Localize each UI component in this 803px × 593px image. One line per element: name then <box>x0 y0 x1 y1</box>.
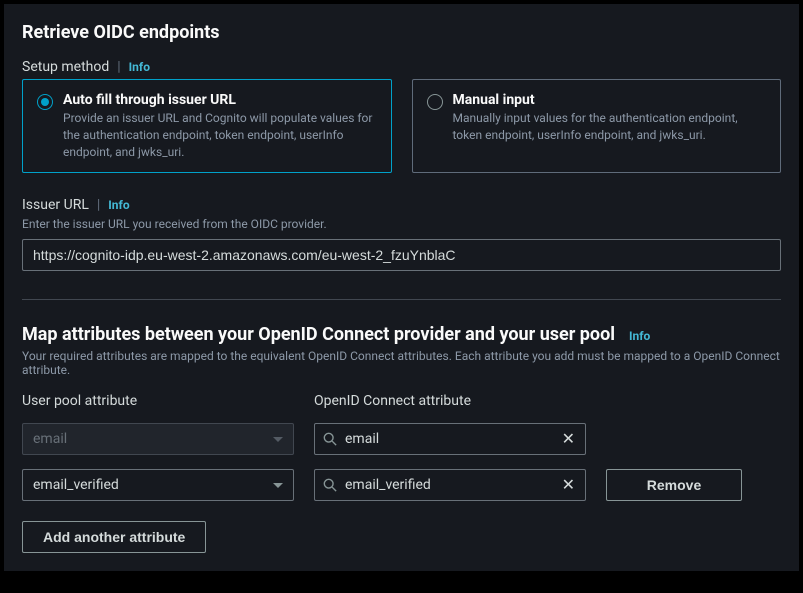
pool-attr-header: User pool attribute <box>22 393 294 409</box>
issuer-url-input[interactable] <box>22 239 781 271</box>
pool-attr-select-email: email <box>22 423 294 455</box>
setup-method-label-row: Setup method | Info <box>22 59 781 75</box>
section-title-retrieve: Retrieve OIDC endpoints <box>22 22 781 43</box>
setup-method-info-link[interactable]: Info <box>129 60 150 74</box>
issuer-info-link[interactable]: Info <box>108 198 129 212</box>
search-icon <box>323 432 337 446</box>
attribute-row: email email ✕ <box>22 423 781 455</box>
remove-button[interactable]: Remove <box>606 469 742 501</box>
chevron-down-icon <box>273 483 283 488</box>
map-attributes-title: Map attributes between your OpenID Conne… <box>22 324 615 345</box>
radio-manual-title: Manual input <box>453 92 767 108</box>
map-info-link[interactable]: Info <box>629 329 650 343</box>
chevron-down-icon <box>273 437 283 442</box>
radio-manual-input[interactable]: Manual input Manually input values for t… <box>412 79 782 173</box>
clear-icon[interactable]: ✕ <box>560 477 577 493</box>
radio-manual-desc: Manually input values for the authentica… <box>453 110 767 144</box>
separator: | <box>97 197 100 213</box>
oidc-attr-header: OpenID Connect attribute <box>314 393 586 409</box>
radio-auto-fill[interactable]: Auto fill through issuer URL Provide an … <box>22 79 392 173</box>
oidc-attr-input-email[interactable]: email ✕ <box>314 423 586 455</box>
issuer-helper: Enter the issuer URL you received from t… <box>22 217 781 231</box>
add-attribute-button[interactable]: Add another attribute <box>22 521 206 553</box>
oidc-attr-value: email <box>345 431 552 447</box>
oidc-attr-input-email-verified[interactable]: email_verified ✕ <box>314 469 586 501</box>
divider <box>22 299 781 300</box>
radio-auto-fill-title: Auto fill through issuer URL <box>63 92 377 108</box>
radio-icon <box>37 94 53 110</box>
map-helper: Your required attributes are mapped to t… <box>22 349 781 377</box>
setup-method-label: Setup method <box>22 59 109 75</box>
pool-attr-value: email <box>33 431 67 447</box>
radio-auto-fill-desc: Provide an issuer URL and Cognito will p… <box>63 110 377 160</box>
pool-attr-value: email_verified <box>33 477 119 493</box>
pool-attr-select-email-verified[interactable]: email_verified <box>22 469 294 501</box>
search-icon <box>323 478 337 492</box>
separator: | <box>117 59 120 75</box>
issuer-label-row: Issuer URL | Info <box>22 197 781 213</box>
radio-icon <box>427 94 443 110</box>
attribute-row: email_verified email_verified ✕ Remove <box>22 469 781 501</box>
oidc-attr-value: email_verified <box>345 477 552 493</box>
issuer-label: Issuer URL <box>22 197 89 213</box>
clear-icon[interactable]: ✕ <box>560 431 577 447</box>
